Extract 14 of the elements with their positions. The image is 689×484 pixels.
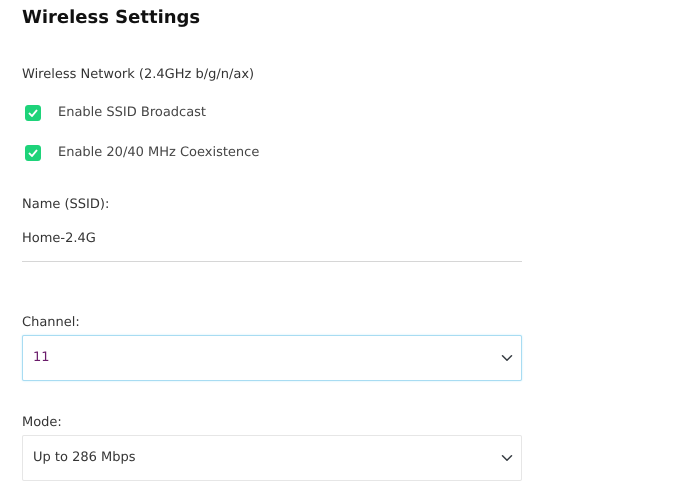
checkbox-label: Enable SSID Broadcast [58,104,206,122]
field-label: Channel: [22,314,81,332]
page-title: Wireless Settings [22,6,202,30]
dropdown[interactable]: Up to 286 Mbps [22,434,522,480]
check-icon [28,109,38,117]
checkbox-label: Enable 20/40 MHz Coexistence [58,144,260,162]
field-label: Mode: [22,414,63,432]
name-field[interactable]: Home-2.4G [22,229,522,262]
checkbox[interactable] [25,105,41,121]
checkbox[interactable] [25,145,41,161]
section-label: Wireless Network (2.4GHz b/g/n/ax) [22,66,256,84]
field-label: Name (SSID): [22,196,110,214]
check-icon [28,149,38,157]
dropdown[interactable]: 11 [22,334,522,380]
